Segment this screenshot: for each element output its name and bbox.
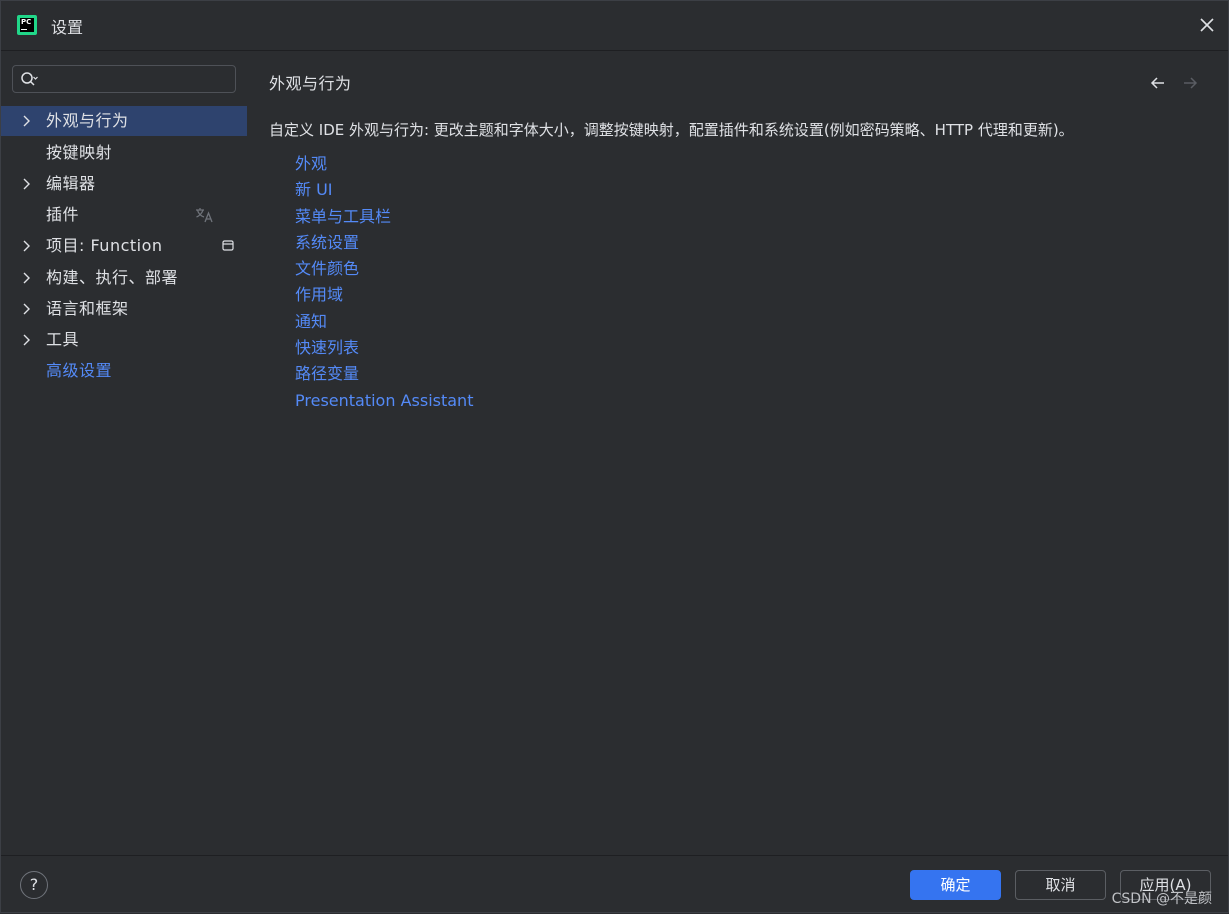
link-new-ui[interactable]: 新 UI — [295, 177, 473, 203]
search-icon — [21, 72, 38, 86]
chevron-right-icon — [23, 240, 30, 252]
sidebar-item-tools[interactable]: 工具 — [1, 325, 247, 355]
dialog-footer: ? 确定 取消 应用(A) CSDN @不是颜 — [1, 855, 1228, 914]
translate-icon — [196, 208, 213, 223]
search-box[interactable] — [12, 65, 236, 93]
sidebar-item-label: 项目: Function — [46, 236, 163, 255]
settings-window: PC 设置 外观与行为 按键映射 编辑器 插件 项目: Function 构建、… — [0, 0, 1229, 913]
sidebar-item-label: 工具 — [46, 330, 80, 349]
cancel-button[interactable]: 取消 — [1015, 870, 1106, 900]
pycharm-logo-icon: PC — [17, 15, 37, 35]
link-presentation-assistant[interactable]: Presentation Assistant — [295, 388, 473, 414]
sidebar-item-label: 构建、执行、部署 — [46, 268, 179, 287]
forward-arrow-icon[interactable] — [1180, 73, 1200, 93]
sidebar-item-label: 编辑器 — [46, 174, 96, 193]
chevron-right-icon — [23, 178, 30, 190]
history-navigation — [1148, 73, 1208, 93]
window-title: 设置 — [51, 18, 84, 37]
sidebar-item-keymap[interactable]: 按键映射 — [1, 138, 247, 168]
subsection-links: 外观 新 UI 菜单与工具栏 系统设置 文件颜色 作用域 通知 快速列表 路径变… — [295, 151, 473, 414]
back-arrow-icon[interactable] — [1148, 73, 1168, 93]
sidebar-item-plugins[interactable]: 插件 — [1, 200, 247, 230]
sidebar-item-build-execution-deployment[interactable]: 构建、执行、部署 — [1, 263, 247, 293]
sidebar-item-advanced-settings[interactable]: 高级设置 — [1, 356, 247, 386]
ok-button[interactable]: 确定 — [910, 870, 1001, 900]
link-path-variables[interactable]: 路径变量 — [295, 361, 473, 387]
chevron-right-icon — [23, 303, 30, 315]
link-system-settings[interactable]: 系统设置 — [295, 230, 473, 256]
window-icon — [222, 240, 234, 251]
close-icon — [1200, 18, 1214, 32]
watermark-text: CSDN @不是颜 — [1111, 891, 1212, 907]
sidebar-item-label: 语言和框架 — [46, 299, 129, 318]
sidebar-item-label: 按键映射 — [46, 143, 113, 162]
chevron-right-icon — [23, 334, 30, 346]
search-input[interactable] — [47, 69, 231, 91]
link-menus-toolbars[interactable]: 菜单与工具栏 — [295, 204, 473, 230]
help-button[interactable]: ? — [20, 871, 48, 899]
link-scopes[interactable]: 作用域 — [295, 282, 473, 308]
page-title: 外观与行为 — [269, 74, 352, 93]
sidebar-item-editor[interactable]: 编辑器 — [1, 169, 247, 199]
close-button[interactable] — [1196, 14, 1218, 36]
chevron-right-icon — [23, 272, 30, 284]
sidebar-item-languages-frameworks[interactable]: 语言和框架 — [1, 294, 247, 324]
link-file-colors[interactable]: 文件颜色 — [295, 256, 473, 282]
sidebar-item-label: 插件 — [46, 205, 80, 224]
settings-sidebar: 外观与行为 按键映射 编辑器 插件 项目: Function 构建、执行、部署 … — [1, 51, 247, 855]
link-appearance[interactable]: 外观 — [295, 151, 473, 177]
sidebar-item-label: 高级设置 — [46, 361, 113, 380]
sidebar-item-project[interactable]: 项目: Function — [1, 231, 247, 261]
link-notifications[interactable]: 通知 — [295, 309, 473, 335]
title-bar: PC 设置 — [1, 1, 1228, 51]
section-description: 自定义 IDE 外观与行为: 更改主题和字体大小，调整按键映射，配置插件和系统设… — [269, 121, 1074, 139]
settings-content: 外观与行为 自定义 IDE 外观与行为: 更改主题和字体大小，调整按键映射，配置… — [247, 51, 1228, 855]
sidebar-item-label: 外观与行为 — [46, 111, 129, 130]
sidebar-item-appearance-behavior[interactable]: 外观与行为 — [1, 106, 247, 136]
chevron-right-icon — [23, 115, 30, 127]
link-quick-lists[interactable]: 快速列表 — [295, 335, 473, 361]
